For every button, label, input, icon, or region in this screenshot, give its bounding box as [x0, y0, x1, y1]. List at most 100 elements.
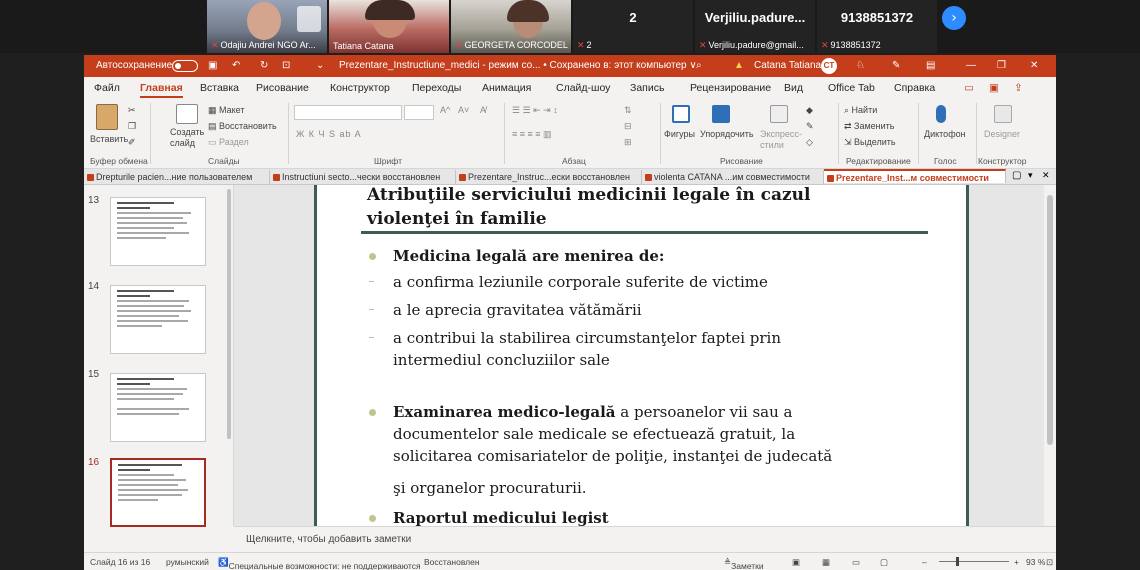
ribbon-display-icon[interactable]: ▤ — [926, 60, 935, 71]
zoom-slider-thumb[interactable] — [956, 557, 959, 566]
text-direction-icon[interactable]: ⇅ — [624, 105, 632, 116]
participant-tile-6[interactable]: 9138851372 ✕ 9138851372 — [817, 0, 937, 53]
new-slide-icon[interactable] — [176, 104, 198, 124]
language-indicator[interactable]: румынский — [166, 557, 209, 567]
avatar[interactable]: CT — [821, 58, 837, 74]
shapes-button[interactable]: Фигуры — [664, 129, 695, 139]
shapes-icon[interactable] — [672, 105, 690, 123]
menu-tab-8[interactable]: Запись — [630, 82, 664, 94]
comments-icon[interactable]: ▭ — [964, 82, 974, 94]
designer-icon[interactable] — [994, 105, 1012, 123]
close-tab-icon[interactable]: ✕ — [1042, 170, 1050, 181]
section-button[interactable]: ▭ Раздел — [208, 137, 249, 148]
tab-list-icon[interactable]: ▾ — [1028, 170, 1033, 181]
menu-tab-0[interactable]: Файл — [94, 82, 120, 94]
menu-tab-1[interactable]: Главная — [140, 82, 183, 98]
microphone-icon[interactable] — [936, 105, 946, 123]
format-painter-icon[interactable]: ✐ — [128, 137, 136, 148]
slideshow-view-icon[interactable]: ▢ — [880, 557, 888, 568]
participant-video-2[interactable]: Tatiana Catana — [329, 0, 449, 53]
replace-button[interactable]: ⇄ Заменить — [844, 121, 895, 132]
quick-styles-button[interactable]: Экспресс- стили — [760, 129, 802, 151]
user-name[interactable]: Catana Tatiana — [754, 60, 821, 71]
slide-scrollbar[interactable] — [1044, 185, 1056, 526]
find-button[interactable]: ⌕ Найти — [844, 105, 877, 116]
document-title[interactable]: Prezentare_Instructiune_medici - режим с… — [339, 60, 697, 71]
slide-thumbnail-15[interactable] — [110, 373, 206, 442]
slide-thumbnail-16-selected[interactable] — [110, 458, 206, 527]
coauthor-icon[interactable]: ♘ — [856, 60, 865, 71]
new-slide-button[interactable]: Создать слайд — [170, 127, 204, 149]
new-tab-icon[interactable]: ▢ — [1012, 170, 1021, 181]
designer-button[interactable]: Designer — [984, 129, 1020, 139]
accessibility-status[interactable]: ♿ Специальные возможности: не поддержива… — [218, 557, 421, 570]
zoom-in-icon[interactable]: + — [1014, 557, 1019, 567]
minimize-icon[interactable]: — — [966, 60, 976, 71]
menu-tab-3[interactable]: Рисование — [256, 82, 309, 94]
slide-thumbnail-14[interactable] — [110, 285, 206, 354]
redo-icon[interactable]: ↻ — [260, 60, 268, 71]
doc-tab-1[interactable]: Drepturile pacien...ние пользователем — [84, 170, 270, 184]
current-slide[interactable]: Atribuţiile serviciului medicinii legale… — [314, 185, 969, 526]
zoom-slider[interactable] — [939, 561, 1009, 562]
menu-tab-2[interactable]: Вставка — [200, 82, 239, 94]
smartart-icon[interactable]: ⊞ — [624, 137, 632, 148]
slide-title[interactable]: Atribuţiile serviciului medicinii legale… — [367, 185, 927, 231]
slide-body[interactable]: Medicina legală are menirea de: a confir… — [369, 245, 929, 526]
shape-effects-icon[interactable]: ◇ — [806, 137, 813, 148]
arrange-icon[interactable] — [712, 105, 730, 123]
reset-button[interactable]: ▤ Восстановить — [208, 121, 277, 132]
bullets-icon[interactable]: ☰ ☰ ⇤ ⇥ ↕ — [512, 105, 558, 116]
layout-button[interactable]: ▦ Макет — [208, 105, 245, 116]
cut-icon[interactable]: ✂ — [128, 105, 136, 116]
participant-tile-4[interactable]: 2 ✕ 2 — [573, 0, 693, 53]
font-style-buttons[interactable]: Ж К Ч S ab A — [296, 129, 362, 139]
doc-tab-4[interactable]: violenta CATANA ...им совместимости — [642, 170, 824, 184]
pen-icon[interactable]: ✎ — [892, 60, 900, 71]
doc-tab-3[interactable]: Prezentare_Instruc...ески восстановлен — [456, 170, 642, 184]
notes-pane[interactable]: Щелкните, чтобы добавить заметки — [234, 526, 1056, 552]
slide-thumbnail-13[interactable] — [110, 197, 206, 266]
menu-tab-12[interactable]: Справка — [894, 82, 935, 94]
chevron-right-icon[interactable]: › — [942, 6, 966, 30]
doc-tab-5-active[interactable]: Prezentare_Inst...м совместимости — [824, 169, 1006, 183]
select-button[interactable]: ⇲ Выделить — [844, 137, 896, 148]
copy-icon[interactable]: ❐ — [128, 121, 136, 132]
arrange-button[interactable]: Упорядочить — [700, 129, 754, 139]
align-icons[interactable]: ≡ ≡ ≡ ≡ ▥ — [512, 129, 552, 140]
shape-outline-icon[interactable]: ✎ — [806, 121, 814, 132]
thumbnails-scrollbar[interactable] — [225, 185, 233, 526]
font-name-select[interactable] — [294, 105, 402, 120]
font-size-select[interactable] — [404, 105, 434, 120]
close-icon[interactable]: ✕ — [1030, 60, 1038, 71]
zoom-level[interactable]: 93 % — [1026, 557, 1045, 567]
grow-font-button[interactable]: A^ — [440, 105, 450, 115]
clear-format-icon[interactable]: A̸ — [480, 105, 486, 115]
fit-slide-icon[interactable]: ⊡ — [1046, 557, 1053, 568]
menu-tab-7[interactable]: Слайд-шоу — [556, 82, 610, 94]
slide-sorter-icon[interactable]: ▦ — [822, 557, 830, 568]
autosave-toggle[interactable] — [172, 60, 198, 72]
normal-view-icon[interactable]: ▣ — [792, 557, 800, 568]
paste-button[interactable]: Вставить — [90, 134, 128, 144]
dictate-button[interactable]: Диктофон — [924, 129, 966, 139]
zoom-out-icon[interactable]: – — [922, 557, 927, 567]
shrink-font-button[interactable]: A˅ — [458, 105, 469, 115]
menu-tab-11[interactable]: Office Tab — [828, 82, 875, 94]
reading-view-icon[interactable]: ▭ — [852, 557, 860, 568]
restore-icon[interactable]: ❐ — [997, 60, 1006, 71]
quick-styles-icon[interactable] — [770, 105, 788, 123]
menu-tab-6[interactable]: Анимация — [482, 82, 531, 94]
participant-video-3[interactable]: ✕ GEORGETA CORCODEL — [451, 0, 571, 53]
shape-fill-icon[interactable]: ◆ — [806, 105, 813, 116]
slideshow-icon[interactable]: ⊡ — [282, 60, 290, 71]
undo-icon[interactable]: ↶ — [232, 60, 240, 71]
share-icon[interactable]: ⇪ — [1014, 82, 1023, 94]
participant-video-1[interactable]: ✕ Odajiu Andrei NGO Ar... — [207, 0, 327, 53]
participant-tile-5[interactable]: Verjiliu.padure... ✕ Verjiliu.padure@gmai… — [695, 0, 815, 53]
search-icon[interactable]: ⌕ — [696, 60, 702, 71]
menu-tab-10[interactable]: Вид — [784, 82, 803, 94]
doc-tab-2[interactable]: Instructiuni secto...чески восстановлен — [270, 170, 456, 184]
menu-tab-5[interactable]: Переходы — [412, 82, 461, 94]
present-icon[interactable]: ▣ — [989, 82, 999, 94]
